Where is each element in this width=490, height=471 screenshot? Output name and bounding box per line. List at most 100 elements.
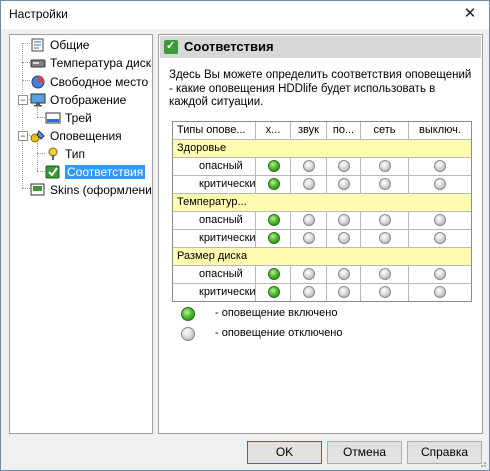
lamp-off-icon[interactable] [379, 160, 391, 172]
table-header-row: Типы опове... х... звук по... сеть выклю… [173, 122, 471, 140]
collapse-display-icon[interactable]: − [18, 95, 28, 105]
table-cell [409, 284, 471, 301]
tree-item-free-space[interactable]: Свободное место [30, 73, 148, 89]
row-label: критический [173, 176, 256, 193]
tree-item-general[interactable]: Общие [30, 36, 89, 52]
notifications-icon [30, 129, 46, 143]
tree-item-tray[interactable]: Трей [45, 109, 92, 125]
row-label: критический [173, 230, 256, 247]
settings-tree[interactable]: Общие Температура диска Свободное место … [9, 34, 153, 434]
column-header-1[interactable]: х... [256, 122, 291, 139]
lamp-on-icon[interactable] [268, 214, 280, 226]
tree-item-mapping[interactable]: Соответствия [45, 163, 146, 179]
table-cell [361, 158, 409, 175]
table-cell [327, 176, 361, 193]
title-bar: Настройки ✕ [1, 1, 489, 29]
collapse-notifications-icon[interactable]: − [18, 131, 28, 141]
window-title: Настройки [9, 7, 68, 21]
table-row: опасный [173, 266, 471, 284]
general-settings-icon [30, 38, 46, 52]
row-label: опасный [173, 158, 256, 175]
lamp-off-icon[interactable] [338, 214, 350, 226]
table-cell [409, 176, 471, 193]
table-cell [361, 284, 409, 301]
table-cell [361, 230, 409, 247]
table-cell [409, 212, 471, 229]
lamp-off-icon[interactable] [434, 214, 446, 226]
mapping-panel: Соответствия Здесь Вы можете определить … [158, 34, 483, 434]
table-cell [291, 284, 327, 301]
table-cell [361, 212, 409, 229]
lamp-off-icon[interactable] [303, 232, 315, 244]
table-cell [361, 176, 409, 193]
lamp-off-icon[interactable] [303, 178, 315, 190]
lamp-off-icon[interactable] [338, 286, 350, 298]
resize-grip-icon[interactable] [477, 458, 487, 468]
lamp-off-icon[interactable] [303, 268, 315, 280]
lamp-off-icon[interactable] [379, 268, 391, 280]
lamp-on-icon[interactable] [268, 286, 280, 298]
tree-item-disk-temperature[interactable]: Температура диска [30, 54, 152, 70]
table-cell [409, 266, 471, 283]
table-cell [291, 158, 327, 175]
lamp-on-icon[interactable] [268, 268, 280, 280]
lamp-off-icon[interactable] [338, 232, 350, 244]
lamp-off-icon[interactable] [379, 286, 391, 298]
table-cell [327, 284, 361, 301]
table-row: критический [173, 176, 471, 194]
table-cell [327, 212, 361, 229]
lamp-on-icon[interactable] [268, 160, 280, 172]
table-row: опасный [173, 212, 471, 230]
display-icon [30, 93, 46, 107]
table-cell [327, 266, 361, 283]
ok-button[interactable]: OK [247, 441, 322, 464]
lamp-off-icon[interactable] [379, 232, 391, 244]
cancel-button[interactable]: Отмена [327, 441, 402, 464]
lamp-on-icon[interactable] [268, 232, 280, 244]
lamp-off-icon[interactable] [303, 160, 315, 172]
tree-item-notifications[interactable]: Оповещения [30, 127, 122, 143]
table-row: опасный [173, 158, 471, 176]
table-row: критический [173, 284, 471, 301]
panel-title: Соответствия [184, 39, 274, 54]
table-group-row: Здоровье [173, 140, 471, 158]
lamp-on-icon [181, 307, 195, 321]
table-cell [327, 158, 361, 175]
tree-item-type[interactable]: Тип [45, 145, 85, 161]
lamp-off-icon[interactable] [303, 214, 315, 226]
table-group-row: Размер диска [173, 248, 471, 266]
panel-description: Здесь Вы можете определить соответствия … [169, 69, 472, 108]
table-cell [291, 266, 327, 283]
lamp-off-icon[interactable] [338, 178, 350, 190]
table-cell [409, 230, 471, 247]
table-group-row: Температур... [173, 194, 471, 212]
table-row: критический [173, 230, 471, 248]
close-icon[interactable]: ✕ [459, 3, 481, 25]
lamp-off-icon[interactable] [338, 268, 350, 280]
group-label: Здоровье [177, 142, 227, 154]
column-header-shutdown[interactable]: выключ. [409, 122, 471, 139]
lamp-on-icon[interactable] [268, 178, 280, 190]
lamp-off-icon[interactable] [434, 286, 446, 298]
lamp-off-icon[interactable] [434, 232, 446, 244]
column-header-sound[interactable]: звук [291, 122, 327, 139]
lamp-off-icon[interactable] [434, 268, 446, 280]
column-header-3[interactable]: по... [327, 122, 361, 139]
lamp-off-icon[interactable] [379, 214, 391, 226]
row-label: опасный [173, 266, 256, 283]
tree-item-skins[interactable]: Skins (оформление) [30, 181, 152, 197]
column-header-network[interactable]: сеть [361, 122, 409, 139]
lamp-off-icon[interactable] [434, 178, 446, 190]
column-header-types[interactable]: Типы опове... [173, 122, 256, 139]
row-label: критический [173, 284, 256, 301]
table-cell [291, 176, 327, 193]
lamp-off-icon[interactable] [338, 160, 350, 172]
table-cell [291, 212, 327, 229]
tree-item-display[interactable]: Отображение [30, 91, 126, 107]
lamp-off-icon[interactable] [434, 160, 446, 172]
help-button[interactable]: Справка [407, 441, 482, 464]
lamp-off-icon[interactable] [303, 286, 315, 298]
skins-icon [30, 183, 46, 197]
lamp-off-icon[interactable] [379, 178, 391, 190]
disk-temperature-icon [30, 56, 46, 70]
